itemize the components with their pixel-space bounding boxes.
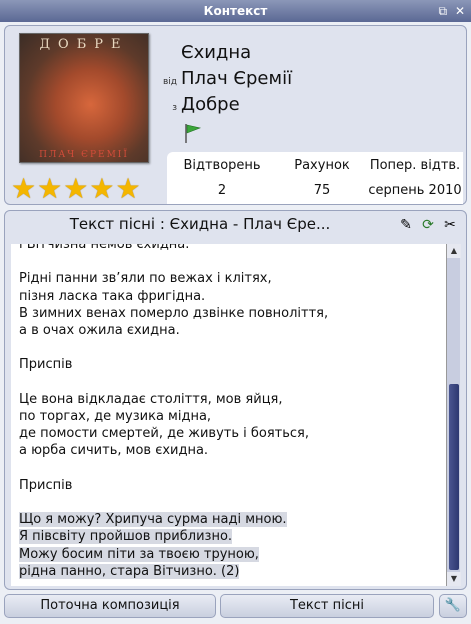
- wrench-icon[interactable]: 🔧: [439, 594, 467, 618]
- from-label: від: [162, 77, 177, 87]
- scroll-up-icon[interactable]: ▲: [447, 244, 461, 258]
- track-info-panel: ДОБРЕ ПЛАЧ ЄРЕМІЇ Єхидна від Плач Єремії …: [4, 25, 467, 205]
- lyrics-line: Приспів: [19, 477, 73, 493]
- album-prefix: з: [172, 103, 177, 113]
- tab-lyrics[interactable]: Текст пісні: [220, 594, 434, 618]
- star-icon[interactable]: ★: [89, 175, 114, 203]
- lyrics-line: [19, 460, 328, 477]
- rating-stars[interactable]: ★ ★ ★ ★ ★: [11, 175, 142, 203]
- lyrics-text-area[interactable]: і Вітчизна немов єхидна. Рідні панни зв’…: [11, 244, 447, 586]
- edit-icon[interactable]: ✎: [396, 215, 416, 235]
- track-title: Єхидна: [181, 42, 252, 63]
- stat-header-plays: Відтворень: [183, 158, 261, 173]
- lyrics-line: Що я можу? Хрипуча сурма наді мною.: [19, 512, 287, 528]
- lyrics-line: а в очах ожила єхидна.: [19, 323, 180, 339]
- star-icon[interactable]: ★: [11, 175, 36, 203]
- stat-header-last-played: Попер. відтв.: [369, 158, 461, 173]
- lyrics-text: і Вітчизна немов єхидна. Рідні панни зв’…: [19, 244, 328, 580]
- lyrics-line: [19, 494, 328, 511]
- lyrics-line: і Вітчизна немов єхидна.: [19, 244, 190, 252]
- lyrics-line: В зимних венах померло дзвінке повнолітт…: [19, 305, 329, 321]
- stat-value-score: 75: [313, 183, 331, 198]
- star-icon[interactable]: ★: [37, 175, 62, 203]
- restore-icon[interactable]: ⧉: [439, 4, 448, 18]
- scrollbar-thumb[interactable]: [449, 384, 459, 570]
- star-icon[interactable]: ★: [63, 175, 88, 203]
- tab-current-track[interactable]: Поточна композиція: [4, 594, 216, 618]
- lyrics-line: [19, 253, 328, 270]
- bottom-tabbar: Поточна композиція Текст пісні 🔧: [4, 594, 467, 620]
- lyrics-line: Можу босим піти за твоєю труною,: [19, 546, 259, 562]
- album-name[interactable]: Добре: [181, 94, 240, 115]
- lyrics-line: рідна панно, стара Вітчизно. (2): [19, 563, 240, 579]
- lyrics-panel: Текст пісні : Єхидна - Плач Єре... ✎ ⟳ ✂…: [4, 210, 467, 590]
- lyrics-line: пізня ласка така фригідна.: [19, 288, 206, 304]
- album-cover: ДОБРЕ ПЛАЧ ЄРЕМІЇ: [19, 33, 149, 163]
- tools-icon[interactable]: ✂: [440, 215, 460, 235]
- lyrics-line: Це вона відкладає століття, мов яйця,: [19, 391, 283, 407]
- scroll-down-icon[interactable]: ▼: [447, 572, 461, 586]
- lyrics-line: а юрба сичить, мов єхидна.: [19, 443, 209, 459]
- cover-bottom-text: ПЛАЧ ЄРЕМІЇ: [39, 150, 129, 160]
- stat-header-score: Рахунок: [294, 158, 350, 173]
- lyrics-line: де помости смертей, де живуть і бояться,: [19, 426, 309, 442]
- lyrics-line: [19, 374, 328, 391]
- close-icon[interactable]: ✕: [455, 4, 465, 18]
- flag-icon: [185, 124, 202, 143]
- window-title: Контекст: [203, 4, 268, 18]
- artist-name[interactable]: Плач Єремії: [181, 68, 292, 89]
- star-icon[interactable]: ★: [115, 175, 140, 203]
- refresh-icon[interactable]: ⟳: [418, 215, 438, 235]
- lyrics-line: Рідні панни зв’яли по вежах і клітях,: [19, 271, 272, 287]
- window-titlebar: Контекст ⧉ ✕: [0, 0, 471, 22]
- lyrics-line: по торгах, де музика мідна,: [19, 409, 212, 425]
- cover-top-text: ДОБРЕ: [39, 37, 129, 52]
- lyrics-line: Я півсвіту пройшов приблизно.: [19, 529, 233, 545]
- stat-value-last-played: серпень 2010: [368, 183, 462, 198]
- lyrics-scrollbar[interactable]: ▲ ▼: [446, 244, 461, 586]
- stats-table: Відтворень Рахунок Попер. відтв. 2 75 се…: [167, 152, 463, 204]
- lyrics-title: Текст пісні : Єхидна - Плач Єре...: [69, 215, 331, 233]
- lyrics-line: [19, 339, 328, 356]
- lyrics-line: Приспів: [19, 357, 73, 373]
- stat-value-plays: 2: [217, 183, 227, 198]
